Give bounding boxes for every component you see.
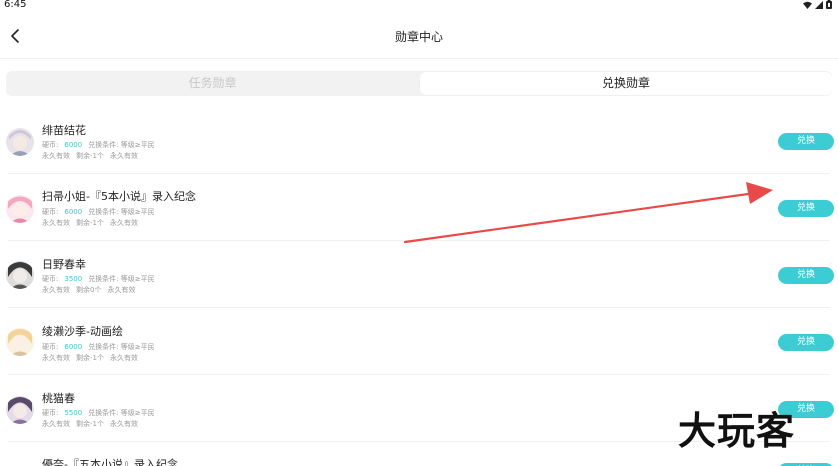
medal-meta-line-2: 永久有效 剩余-1个 永久有效	[42, 353, 144, 363]
medal-name: 扫帚小姐-『5本小说』录入纪念	[42, 190, 196, 203]
price-value: 6000	[64, 141, 83, 149]
exchange-button[interactable]: 兑换	[778, 267, 834, 284]
exchange-condition: 兑换条件: 等级≥平民	[88, 275, 155, 283]
exchange-condition: 兑换条件: 等级≥平民	[88, 409, 155, 417]
medal-avatar	[6, 195, 34, 223]
duration: 永久有效	[109, 152, 138, 160]
validity: 永久有效	[42, 219, 70, 227]
remaining: 剩余-1个	[76, 219, 104, 227]
price-label: 硬币:	[42, 409, 59, 417]
medal-row: 绯苗结花 硬币: 6000 兑换条件: 等级≥平民 永久有效 剩余-1个 永久有效 兑换	[0, 108, 838, 174]
price-label: 硬币:	[42, 343, 59, 351]
price-label: 硬币:	[42, 208, 59, 216]
validity: 永久有效	[42, 354, 70, 362]
medal-name: 绫濑沙季-动画绘	[42, 325, 123, 338]
medal-avatar	[6, 396, 34, 424]
medal-meta-line-1: 硬币: 6000 兑换条件: 等级≥平民	[42, 140, 161, 150]
price-label: 硬币:	[42, 275, 59, 283]
page-title: 勋章中心	[394, 30, 443, 44]
medal-row: 優奈-『五本小说』录入纪念 兑换	[0, 443, 838, 466]
medal-meta-line-1: 硬币: 5500 兑换条件: 等级≥平民	[42, 408, 161, 418]
signal-icon	[815, 0, 823, 9]
medal-meta-line-2: 永久有效 剩余-1个 永久有效	[42, 151, 144, 161]
row-divider	[8, 240, 830, 241]
medal-meta-line-1: 硬币: 6000 兑换条件: 等级≥平民	[42, 207, 161, 217]
app-header: 勋章中心	[0, 14, 838, 59]
validity: 永久有效	[42, 152, 70, 160]
medal-row: 绫濑沙季-动画绘 硬币: 6000 兑换条件: 等级≥平民 永久有效 剩余-1个 永久有…	[0, 309, 838, 375]
exchange-condition: 兑换条件: 等级≥平民	[88, 208, 155, 216]
duration: 永久有效	[109, 219, 138, 227]
medal-row: 日野春幸 硬币: 3500 兑换条件: 等级≥平民 永久有效 剩余0个 永久有效 兑换	[0, 242, 838, 308]
validity: 永久有效	[42, 420, 70, 428]
tab-bar: 任务勋章 兑换勋章	[6, 71, 832, 96]
remaining: 剩余-1个	[76, 420, 104, 428]
status-time: 6:45	[4, 0, 27, 10]
medal-meta-line-2: 永久有效 剩余-1个 永久有效	[42, 218, 144, 228]
remaining: 剩余-1个	[76, 354, 104, 362]
medal-avatar	[6, 128, 34, 156]
exchange-button[interactable]: 兑换	[778, 133, 834, 150]
medal-name: 優奈-『五本小说』录入纪念	[42, 458, 178, 466]
medal-meta-line-1: 硬币: 3500 兑换条件: 等级≥平民	[42, 274, 161, 284]
medal-meta-line-2: 永久有效 剩余0个 永久有效	[42, 285, 141, 295]
price-value: 6000	[64, 208, 83, 216]
exchange-condition: 兑换条件: 等级≥平民	[88, 343, 155, 351]
validity: 永久有效	[42, 286, 70, 294]
medal-name: 日野春幸	[42, 258, 86, 271]
medal-row: 扫帚小姐-『5本小说』录入纪念 硬币: 6000 兑换条件: 等级≥平民 永久有效剩…	[0, 175, 838, 241]
medal-avatar	[6, 328, 34, 356]
medal-name: 绯苗结花	[42, 124, 86, 137]
row-divider	[8, 307, 830, 308]
price-value: 6000	[64, 343, 83, 351]
battery-icon	[826, 0, 832, 9]
tab-exchange-medals[interactable]: 兑换勋章	[420, 72, 832, 95]
duration: 永久有效	[109, 420, 138, 428]
medal-name: 桃猫春	[42, 392, 75, 405]
exchange-button[interactable]: 兑换	[778, 334, 834, 351]
exchange-button[interactable]: 兑换	[778, 401, 834, 418]
exchange-button[interactable]: 兑换	[778, 200, 834, 217]
medal-meta-line-2: 永久有效 剩余-1个 永久有效	[42, 419, 144, 429]
row-divider	[8, 441, 830, 442]
remaining: 剩余-1个	[76, 152, 104, 160]
price-label: 硬币:	[42, 141, 59, 149]
row-divider	[8, 374, 830, 375]
exchange-condition: 兑换条件: 等级≥平民	[88, 141, 155, 149]
price-value: 3500	[64, 275, 83, 283]
status-icons	[803, 0, 832, 9]
status-bar: 6:45	[0, 0, 838, 12]
wifi-icon	[803, 1, 812, 9]
medal-avatar	[6, 261, 34, 289]
remaining: 剩余0个	[76, 286, 102, 294]
row-divider	[8, 173, 830, 174]
duration: 永久有效	[109, 354, 138, 362]
medal-meta-line-1: 硬币: 6000 兑换条件: 等级≥平民	[42, 342, 161, 352]
tab-task-medals[interactable]: 任务勋章	[6, 71, 419, 96]
medal-row: 桃猫春 硬币: 5500 兑换条件: 等级≥平民 永久有效 剩余-1个 永久有效 兑换	[0, 376, 838, 442]
price-value: 5500	[64, 409, 83, 417]
duration: 永久有效	[107, 286, 136, 294]
